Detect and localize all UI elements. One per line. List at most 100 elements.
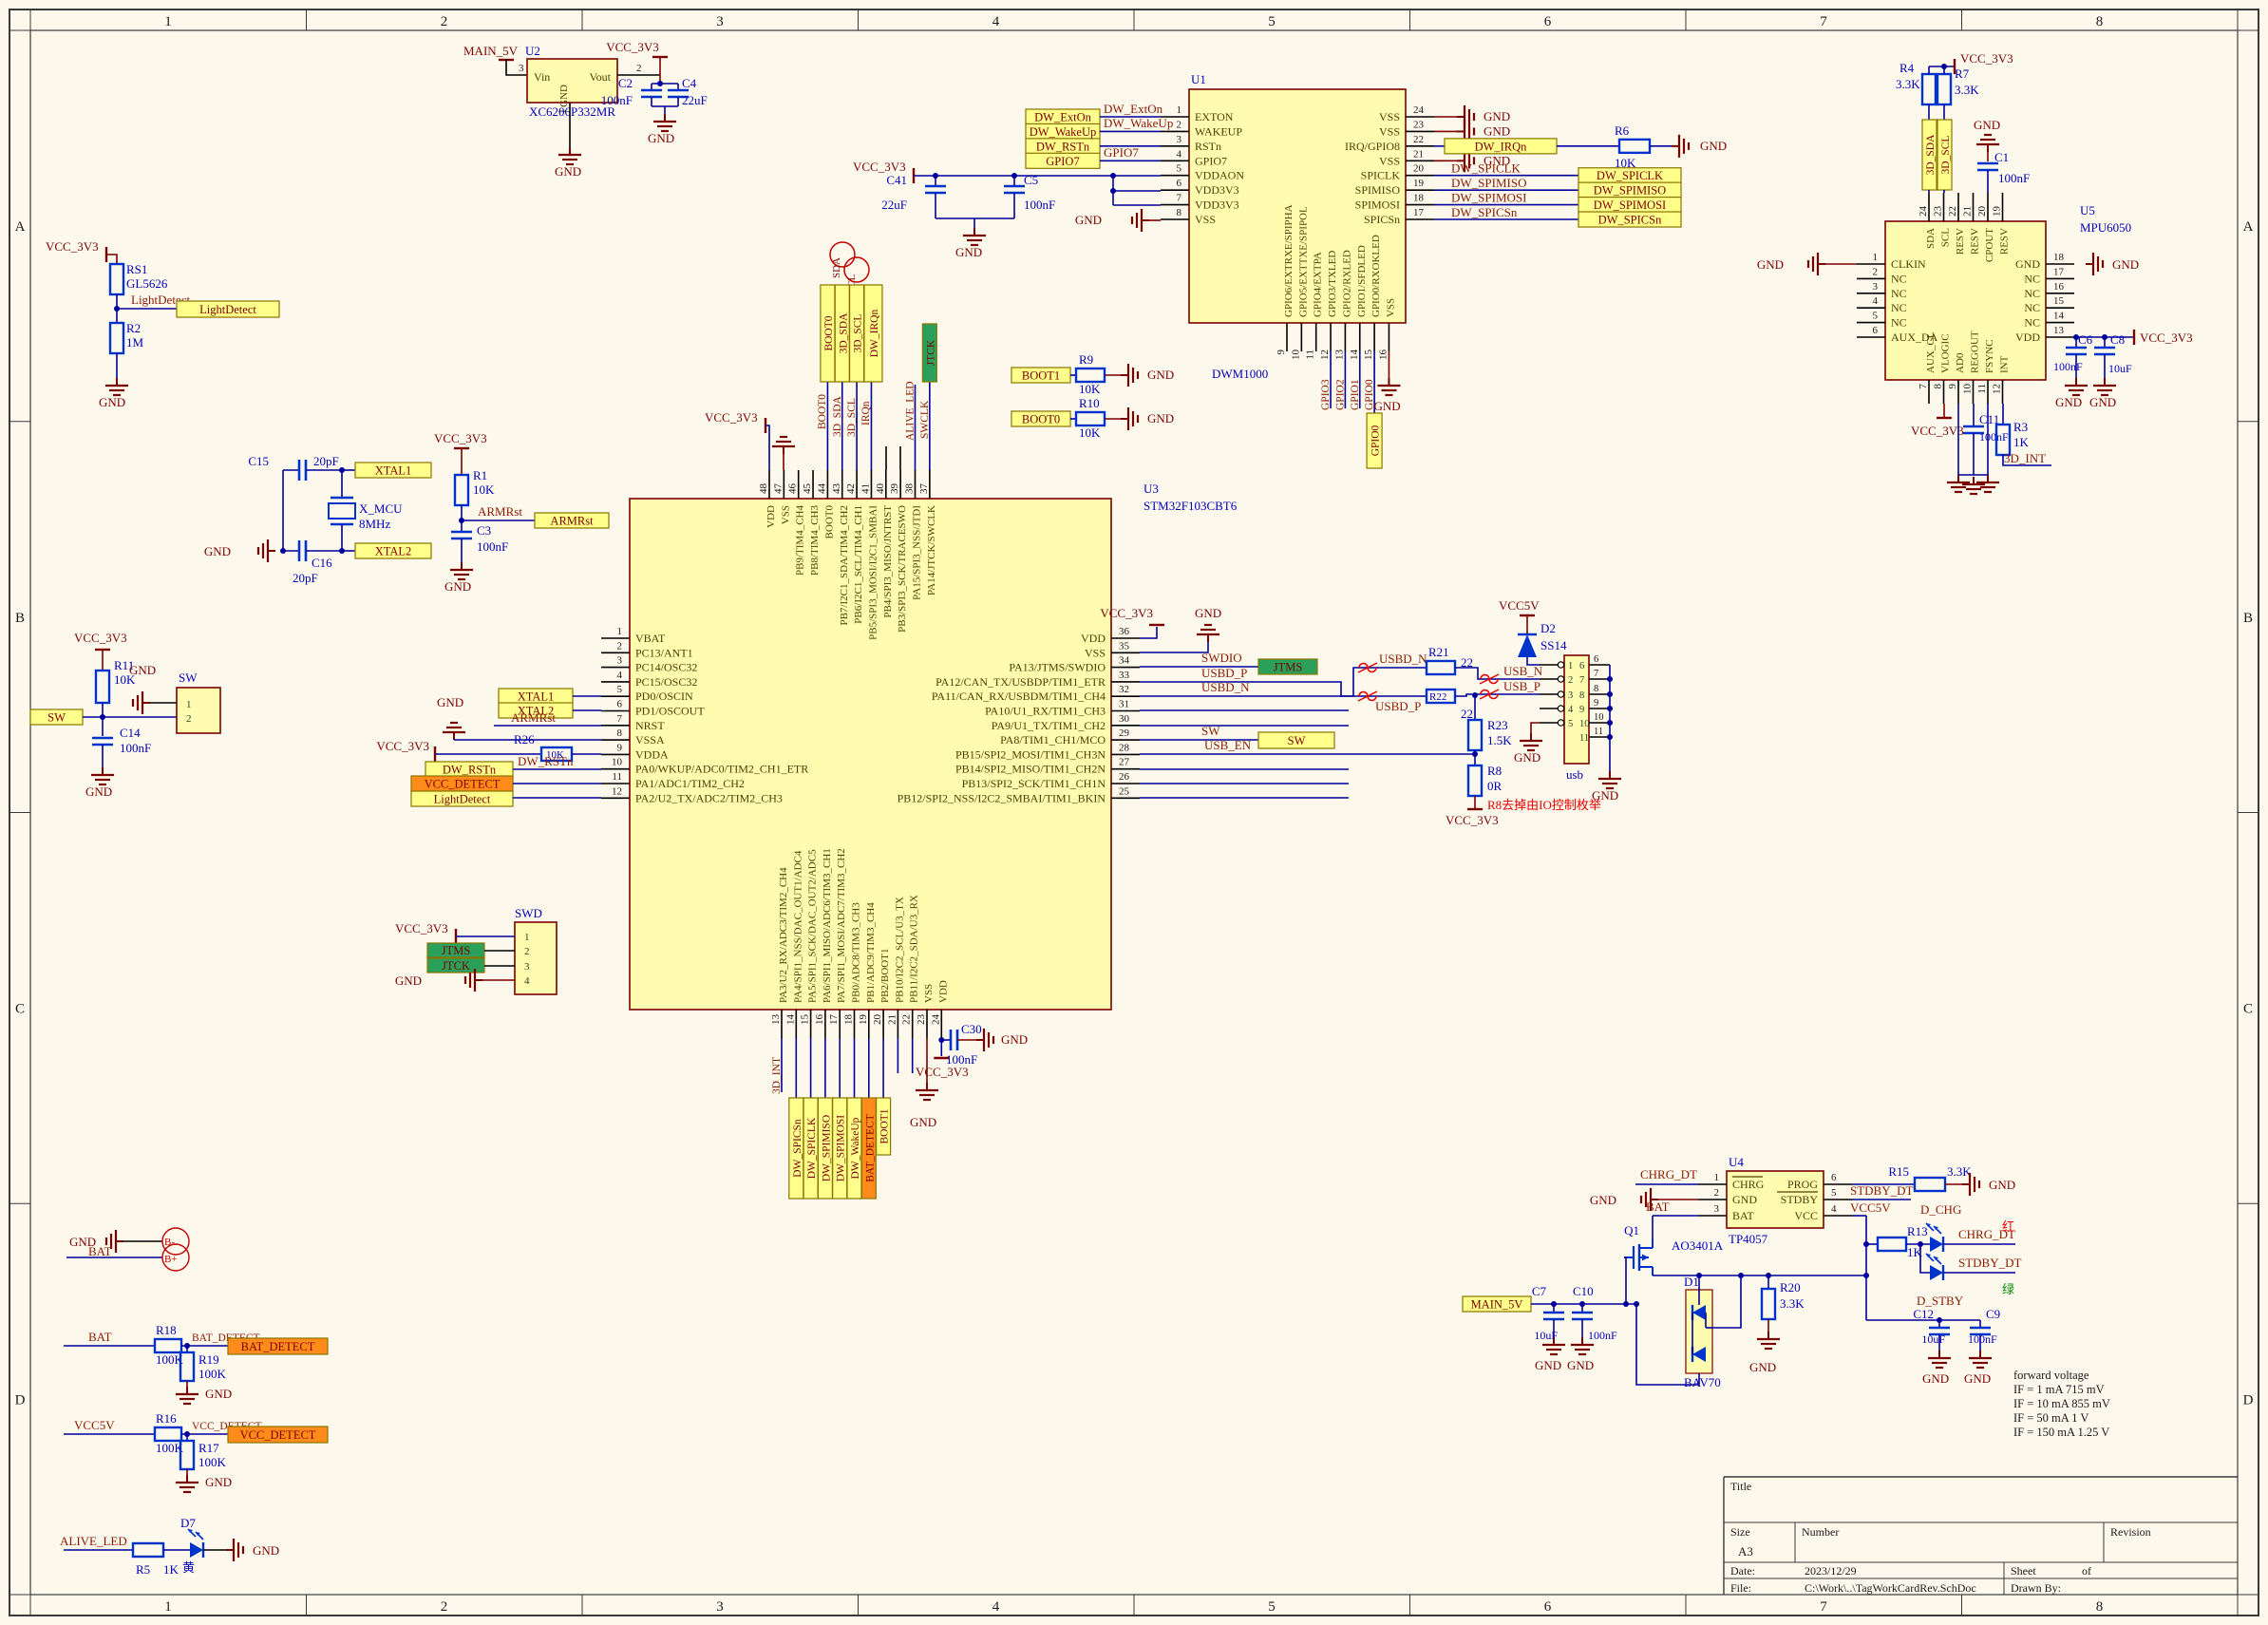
- c2-val: 100nF: [601, 93, 633, 107]
- text-label: 2: [524, 946, 530, 957]
- text-label: 14: [2053, 311, 2065, 322]
- text-label: R3: [2013, 420, 2028, 434]
- q1-val: AO3401A: [1672, 1238, 1724, 1253]
- usb-pin-circle: [1558, 676, 1563, 682]
- text-label: 12: [1992, 384, 2003, 394]
- titleblock-date-value: 2023/12/29: [1805, 1564, 1857, 1578]
- text-label: PA5/SPI1_SCK/DAC_OUT2/ADC5: [807, 849, 819, 1003]
- text-label: 11: [1579, 733, 1589, 744]
- text-label: GND: [444, 579, 471, 594]
- text-label: GND: [2089, 395, 2116, 409]
- zone-col-label: 7: [1820, 14, 1827, 29]
- text-label: PB3/SPI3_SCK/TRACESWO: [897, 505, 908, 633]
- text-label: GPIO7: [1104, 145, 1139, 160]
- text-label: VSS: [780, 505, 791, 524]
- schematic-sheet: 1122334455667788AABBCCDDTitleSizeA3Numbe…: [0, 0, 2268, 1625]
- text-label: 10: [1962, 384, 1974, 395]
- text-label: BAT: [88, 1244, 112, 1258]
- swd-connector[interactable]: [515, 922, 557, 994]
- port-label: LightDetect: [199, 303, 256, 316]
- text-label: 1: [186, 699, 192, 710]
- text-label: 22: [1413, 134, 1424, 145]
- zone-col-label: 8: [2096, 14, 2104, 29]
- crystal-val: 8MHz: [359, 517, 390, 531]
- titleblock-title-label: Title: [1730, 1480, 1751, 1493]
- text-label: 11: [1305, 350, 1316, 360]
- text-label: NC: [2024, 272, 2040, 285]
- text-label: DW_SPIMOSI: [1451, 191, 1526, 205]
- text-label: 5: [1177, 163, 1182, 175]
- text-label: SPICSn: [1364, 213, 1400, 226]
- junction-dot: [1607, 734, 1613, 740]
- text-label: 2: [617, 640, 623, 652]
- text-label: 3: [519, 63, 524, 74]
- text-label: 3D_SDA: [832, 395, 843, 437]
- text-label: GPIO4/EXTPA: [1313, 252, 1324, 317]
- text-label: 46: [787, 483, 799, 495]
- port-label: 3D_SCL: [853, 314, 864, 353]
- junction-dot: [1110, 188, 1116, 194]
- text-label: SWDIO: [1201, 651, 1242, 665]
- text-label: 1: [1714, 1172, 1720, 1183]
- port-label: SW: [47, 711, 66, 725]
- text-label: 33: [1119, 670, 1130, 681]
- port-label: DW_SPIMOSI: [1594, 198, 1666, 212]
- text-label: 14: [1349, 350, 1360, 361]
- text-label: 3: [617, 655, 623, 667]
- text-label: GND: [555, 164, 581, 179]
- junction-dot: [280, 548, 286, 554]
- text-label: USB_EN: [1204, 738, 1252, 752]
- text-label: BAT: [1646, 1200, 1670, 1214]
- text-label: GPIO7: [1195, 154, 1227, 167]
- text-label: 1K: [2013, 435, 2030, 449]
- text-label: 20: [1976, 206, 1988, 217]
- text-label: R10: [1079, 396, 1100, 410]
- text-label: R19: [198, 1352, 219, 1367]
- text-label: GND: [205, 1475, 232, 1489]
- text-label: GND: [1922, 1371, 1949, 1386]
- u5-refdes: U5: [2080, 203, 2095, 217]
- text-label: USBD_P: [1201, 666, 1247, 680]
- text-label: GND: [1989, 1178, 2015, 1192]
- text-label: VSS: [1379, 110, 1400, 123]
- port-label: JTMS: [442, 944, 471, 957]
- text-label: ARMRst: [511, 710, 556, 725]
- text-label: 23: [916, 1014, 927, 1026]
- text-label: VCC_3V3: [1911, 424, 1964, 438]
- titleblock-file-label: File:: [1730, 1581, 1751, 1595]
- sw-conn-label: SW: [179, 671, 198, 685]
- text-label: PB13/SPI2_SCK/TIM1_CH1N: [962, 777, 1106, 790]
- text-label: 9: [617, 742, 623, 753]
- text-label: 3D_INT: [771, 1057, 783, 1094]
- text-label: 30: [1119, 713, 1130, 725]
- port-label: LightDetect: [434, 793, 491, 806]
- note-forward-voltage: forward voltage: [2013, 1369, 2089, 1382]
- r2-ref: R2: [126, 321, 141, 335]
- text-label: 100nF: [1968, 1332, 1997, 1346]
- zone-row-label: A: [15, 219, 26, 235]
- sw-connector[interactable]: [177, 688, 220, 733]
- text-label: VCC_3V3: [1446, 813, 1499, 827]
- text-label: R17: [198, 1441, 219, 1455]
- zone-col-label: 4: [992, 1599, 1000, 1615]
- text-label: VDD: [765, 505, 777, 528]
- text-label: IRQn: [860, 401, 872, 425]
- zone-col-label: 1: [164, 14, 172, 29]
- text-label: 10uF: [2108, 362, 2132, 375]
- port-label: BAT_DETECT: [864, 1114, 876, 1182]
- text-label: VDD3V3: [1195, 198, 1239, 212]
- text-label: GND: [1147, 411, 1174, 425]
- u4-part: TP4057: [1729, 1232, 1768, 1246]
- text-label: 24: [1413, 104, 1425, 116]
- text-label: USB_N: [1503, 664, 1543, 678]
- text-label: R1: [473, 468, 487, 482]
- text-label: SWCLK: [919, 400, 931, 439]
- titleblock-size-label: Size: [1730, 1525, 1750, 1539]
- text-label: GND: [1732, 1193, 1757, 1206]
- text-label: VSS: [1379, 124, 1400, 138]
- text-label: 40: [875, 483, 886, 495]
- text-label: GND: [2112, 257, 2139, 272]
- text-label: GPIO3: [1320, 379, 1332, 410]
- port-label: DW_SPICLK: [1597, 169, 1663, 182]
- port-label: XTAL2: [375, 545, 412, 558]
